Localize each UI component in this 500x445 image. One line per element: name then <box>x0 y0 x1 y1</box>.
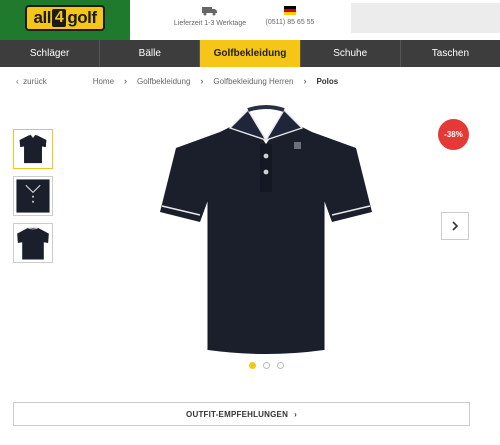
carousel-dot-3[interactable] <box>277 362 284 369</box>
carousel-dot-1[interactable] <box>249 362 256 369</box>
brand-logo[interactable]: all 4 golf <box>25 5 105 31</box>
logo-area[interactable]: all 4 golf <box>0 0 130 40</box>
thumbnail-2[interactable] <box>13 176 53 216</box>
chevron-right-icon: › <box>294 409 297 419</box>
nav-item-taschen[interactable]: Taschen <box>401 40 500 67</box>
chevron-right-icon: › <box>124 76 128 86</box>
german-flag-icon <box>284 6 296 15</box>
logo-text-pre: all <box>33 8 52 27</box>
phone-text: (0511) 85 65 55 <box>265 19 315 26</box>
truck-icon <box>202 7 217 16</box>
breadcrumb-home[interactable]: Home <box>93 77 114 86</box>
chevron-right-icon: › <box>303 76 307 86</box>
carousel-dot-2[interactable] <box>263 362 270 369</box>
carousel-dots <box>249 362 284 369</box>
polo-thumbnail-back <box>17 227 49 260</box>
nav-item-schlaeger[interactable]: Schläger <box>0 40 101 67</box>
back-link[interactable]: ‹ zurück <box>16 77 47 86</box>
thumbnail-3[interactable] <box>13 223 53 263</box>
product-image[interactable] <box>158 104 374 358</box>
chevron-left-icon: ‹ <box>16 76 19 86</box>
search-input[interactable] <box>351 3 500 33</box>
phone-info[interactable]: (0511) 85 65 55 <box>262 6 318 26</box>
breadcrumb-current: Polos <box>316 76 339 86</box>
outfit-recommendations-button[interactable]: OUTFIT-EMPFEHLUNGEN › <box>13 402 470 426</box>
breadcrumb-golfbekleidung-herren[interactable]: Golfbekleidung Herren <box>213 77 293 86</box>
header: all 4 golf Lieferzeit 1-3 Werktage (0511) … <box>0 0 500 40</box>
breadcrumb: ‹ zurück Home › Golfbekleidung › Golfbek… <box>16 76 338 86</box>
polo-thumbnail-detail <box>16 179 50 213</box>
nav-item-schuhe[interactable]: Schuhe <box>301 40 401 67</box>
main-nav: Schläger Bälle Golfbekleidung Schuhe Tas… <box>0 40 500 67</box>
nav-item-golfbekleidung[interactable]: Golfbekleidung <box>200 40 301 67</box>
outfit-button-label: OUTFIT-EMPFEHLUNGEN <box>186 409 289 419</box>
polo-thumbnail-front <box>19 134 47 164</box>
breadcrumb-golfbekleidung[interactable]: Golfbekleidung <box>137 77 190 86</box>
delivery-info: Lieferzeit 1-3 Werktage <box>170 6 250 27</box>
back-link-label: zurück <box>23 76 47 86</box>
delivery-text: Lieferzeit 1-3 Werktage <box>173 20 247 27</box>
chevron-right-icon: › <box>200 76 204 86</box>
logo-text-post: golf <box>67 8 97 27</box>
logo-text-num: 4 <box>51 9 67 27</box>
thumbnail-1[interactable] <box>13 129 53 169</box>
chevron-right-icon <box>452 221 459 231</box>
next-image-button[interactable] <box>441 212 469 240</box>
discount-badge: -38% <box>438 119 469 150</box>
nav-item-baelle[interactable]: Bälle <box>100 40 201 67</box>
